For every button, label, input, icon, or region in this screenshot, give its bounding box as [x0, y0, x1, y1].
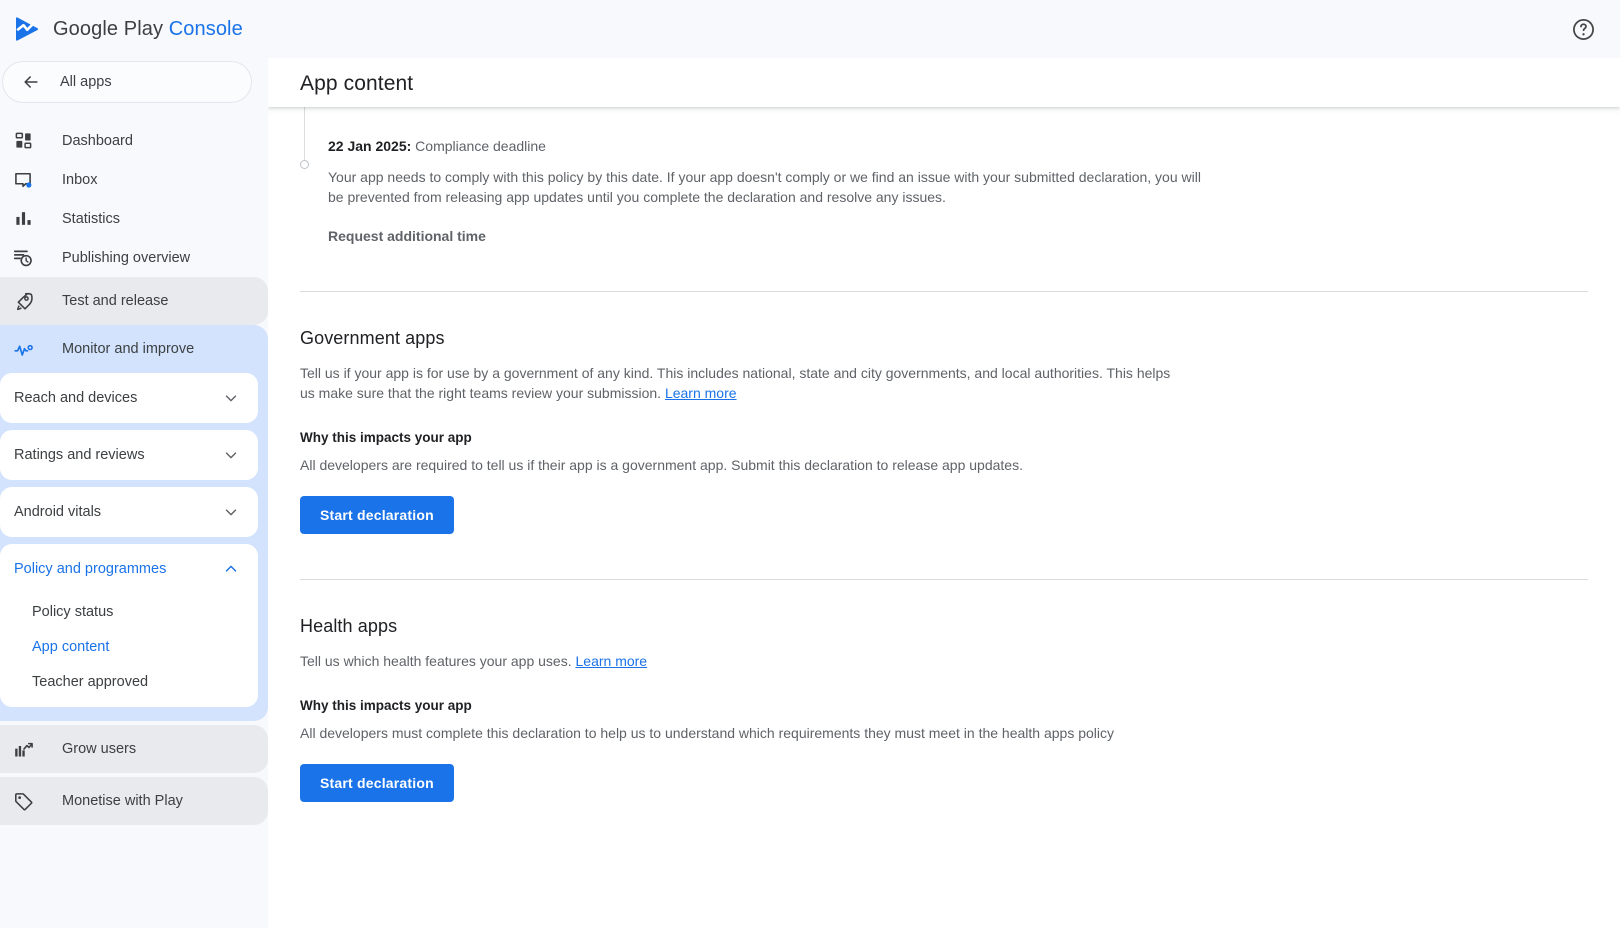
sidebar-group-label: Policy and programmes [14, 561, 167, 577]
scroll-area[interactable]: Start declaration 22 Jan 2025: Complianc… [268, 107, 1620, 928]
start-declaration-button-government[interactable]: Start declaration [300, 496, 454, 534]
tag-icon [12, 790, 34, 812]
section-title: Government apps [300, 328, 445, 348]
sidebar-group-policy-and-programmes[interactable]: Policy and programmes Policy status App … [0, 544, 258, 707]
top-app-bar: Google Play Console [0, 0, 1620, 58]
impact-title: Why this impacts your app [300, 698, 472, 713]
help-button[interactable] [1566, 12, 1600, 46]
sidebar-group-label: Ratings and reviews [14, 447, 145, 463]
sidebar-test-release-row[interactable]: Test and release [0, 277, 268, 325]
sidebar-item-label: Test and release [62, 293, 169, 309]
sidebar-item-grow-users[interactable]: Grow users [0, 725, 268, 773]
brand-logo-group[interactable]: Google Play Console [14, 15, 243, 43]
play-console-logo-icon [16, 17, 39, 41]
section-title: Health apps [300, 616, 398, 636]
pulse-icon [12, 338, 34, 360]
impact-title: Why this impacts your app [300, 430, 472, 445]
learn-more-link[interactable]: Learn more [665, 385, 737, 401]
sidebar-item-test-and-release[interactable]: Test and release [0, 277, 268, 325]
learn-more-link[interactable]: Learn more [576, 653, 648, 669]
sidebar-subitem-policy-status[interactable]: Policy status [0, 594, 258, 629]
section-description: Tell us if your app is for use by a gove… [300, 363, 1175, 403]
sidebar-item-label: Inbox [62, 171, 98, 188]
impact-body: All developers must complete this declar… [300, 725, 1114, 741]
publishing-clock-icon [12, 247, 34, 269]
sidebar-group-android-vitals[interactable]: Android vitals [0, 487, 258, 537]
sidebar-item-label: Monetise with Play [62, 793, 183, 809]
arrow-left-icon [24, 76, 38, 88]
sidebar-subitem-app-content[interactable]: App content [0, 629, 258, 664]
sidebar-item-monitor-and-improve[interactable]: Monitor and improve [0, 325, 268, 373]
sidebar-item-label: Grow users [62, 741, 137, 757]
page-title: App content [300, 72, 414, 95]
timeline-dot-icon [300, 160, 309, 169]
sidebar-item-monetise-with-play[interactable]: Monetise with Play [0, 777, 268, 825]
sidebar-subitem-label: App content [32, 638, 110, 655]
sidebar-group-header[interactable]: Policy and programmes [0, 544, 258, 594]
sidebar-group-header[interactable]: Ratings and reviews [0, 430, 258, 480]
impact-body: All developers are required to tell us i… [300, 457, 1023, 473]
sidebar-item-label: Dashboard [62, 132, 133, 149]
start-declaration-button-health[interactable]: Start declaration [300, 764, 454, 802]
compliance-timeline: Start declaration 22 Jan 2025: Complianc… [300, 107, 1588, 246]
section-description-text: Tell us which health features your app u… [300, 653, 576, 669]
sidebar-item-dashboard[interactable]: Dashboard [0, 121, 268, 160]
content-inner: Start declaration 22 Jan 2025: Complianc… [268, 107, 1620, 802]
chevron-down-icon [225, 395, 237, 402]
section-description: Tell us which health features your app u… [300, 651, 1175, 671]
sidebar-nav-list: Dashboard Inbox Statistics Publishing ov… [0, 121, 268, 825]
sidebar-subitem-label: Policy status [32, 603, 114, 620]
sidebar-item-statistics[interactable]: Statistics [0, 199, 268, 238]
compliance-deadline-body: Your app needs to comply with this polic… [328, 169, 1201, 205]
sidebar-group-ratings-and-reviews[interactable]: Ratings and reviews [0, 430, 258, 480]
compliance-deadline-date: 22 Jan 2025: [328, 138, 412, 154]
chevron-up-icon [225, 565, 237, 572]
sidebar-item-label: Statistics [62, 210, 121, 227]
sidebar-grow-users-row[interactable]: Grow users [0, 725, 268, 773]
main-content: App content Start declaration 22 Jan 202… [268, 58, 1620, 928]
all-apps-label: All apps [60, 74, 112, 90]
sidebar-item-label: Monitor and improve [62, 341, 195, 357]
page-header: App content [268, 58, 1620, 107]
compliance-deadline-line: 22 Jan 2025: Compliance deadline [328, 136, 1588, 156]
all-apps-back-button[interactable]: All apps [2, 61, 252, 103]
sidebar-item-label: Publishing overview [62, 249, 191, 266]
sidebar-subitem-label: Teacher approved [32, 673, 149, 690]
sidebar-subitem-list: Policy status App content Teacher approv… [0, 594, 258, 707]
sidebar-group-label: Reach and devices [14, 390, 138, 406]
chevron-down-icon [225, 509, 237, 516]
sidebar-group-label: Android vitals [14, 504, 102, 520]
sidebar-group-header[interactable]: Android vitals [0, 487, 258, 537]
section-government-apps: Government apps Tell us if your app is f… [300, 292, 1588, 534]
rocket-icon [12, 290, 34, 312]
request-additional-time-link[interactable]: Request additional time [328, 228, 486, 244]
grow-users-icon [12, 738, 34, 760]
help-circle-icon [1572, 18, 1594, 40]
sidebar-monitor-section: Monitor and improve Reach and devices Ra… [0, 325, 268, 721]
sidebar-monetise-row[interactable]: Monetise with Play [0, 777, 268, 825]
sidebar: All apps Dashboard Inbox Statistics Publ… [0, 58, 268, 928]
sidebar-group-reach-and-devices[interactable]: Reach and devices [0, 373, 258, 423]
compliance-deadline-label: Compliance deadline [411, 138, 546, 154]
chevron-down-icon [225, 452, 237, 459]
brand-google-play: Google Play [53, 17, 164, 40]
sidebar-group-header[interactable]: Reach and devices [0, 373, 258, 423]
sidebar-subitem-teacher-approved[interactable]: Teacher approved [0, 664, 258, 699]
bar-chart-icon [12, 208, 34, 230]
brand-title: Google Play Console [53, 18, 243, 41]
section-health-apps: Health apps Tell us which health feature… [300, 580, 1588, 802]
sidebar-item-publishing-overview[interactable]: Publishing overview [0, 238, 268, 277]
inbox-icon [12, 169, 34, 191]
brand-console: Console [168, 17, 243, 40]
sidebar-item-inbox[interactable]: Inbox [0, 160, 268, 199]
dashboard-icon [12, 130, 34, 152]
